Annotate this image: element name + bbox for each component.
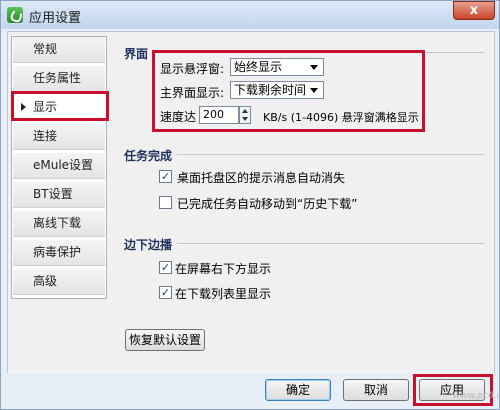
show-in-list-label: 在下载列表里显示 [175, 287, 272, 301]
sidebar-item-offline-download[interactable]: 离线下载 [13, 211, 105, 237]
sidebar-item-label: 病毒保护 [33, 245, 82, 259]
sidebar-item-label: 高级 [33, 274, 58, 288]
cancel-button[interactable]: 取消 [343, 379, 409, 401]
app-logo-icon [7, 7, 23, 23]
show-bottom-right-label: 在屏幕右下方显示 [175, 262, 272, 276]
sidebar-item-general[interactable]: 常规 [13, 37, 105, 63]
sidebar-item-emule[interactable]: eMule设置 [13, 153, 105, 179]
sidebar-item-bt[interactable]: BT设置 [13, 182, 105, 208]
sidebar-item-connection[interactable]: 连接 [13, 124, 105, 150]
sidebar-item-label: 常规 [33, 42, 58, 56]
sidebar-item-task-properties[interactable]: 任务属性 [13, 66, 105, 92]
tray-message-label: 桌面托盘区的提示消息自动消失 [177, 171, 346, 185]
show-in-list-checkbox[interactable]: ✓ [159, 286, 172, 299]
sidebar-item-label: 任务属性 [33, 71, 82, 85]
settings-window: 应用设置 x 常规 任务属性 显示 连接 eMule设置 BT设置 离线下载 病… [0, 0, 500, 410]
settings-sidebar: 常规 任务属性 显示 连接 eMule设置 BT设置 离线下载 病毒保护 高级 [11, 36, 107, 299]
window-title: 应用设置 [29, 11, 82, 26]
highlight-box-sidebar [11, 91, 109, 121]
highlight-box-apply [413, 374, 493, 406]
title-bar: 应用设置 x [1, 1, 499, 29]
sidebar-item-virus-protection[interactable]: 病毒保护 [13, 240, 105, 266]
sidebar-item-label: 连接 [33, 129, 58, 143]
close-button[interactable]: x [453, 1, 495, 20]
section-title-interface: 界面 [124, 47, 149, 61]
sidebar-item-label: BT设置 [33, 187, 73, 201]
sidebar-item-label: 离线下载 [33, 216, 82, 230]
highlight-box-interface [152, 50, 425, 132]
section-title-task-complete: 任务完成 [124, 149, 173, 163]
sidebar-item-advanced[interactable]: 高级 [13, 269, 105, 295]
section-title-play-while-download: 边下边播 [124, 238, 173, 252]
sidebar-item-label: eMule设置 [33, 158, 94, 172]
move-to-history-label: 已完成任务自动移动到“历史下载” [177, 197, 358, 211]
watermark-text: www.pc6.com [453, 391, 500, 401]
ok-button[interactable]: 确定 [265, 379, 331, 401]
show-bottom-right-checkbox[interactable]: ✓ [159, 261, 172, 274]
restore-defaults-button[interactable]: 恢复默认设置 [125, 329, 205, 351]
section-divider [177, 154, 485, 155]
tray-message-checkbox[interactable]: ✓ [159, 170, 172, 183]
move-to-history-checkbox[interactable] [159, 196, 172, 209]
section-divider [177, 243, 485, 244]
